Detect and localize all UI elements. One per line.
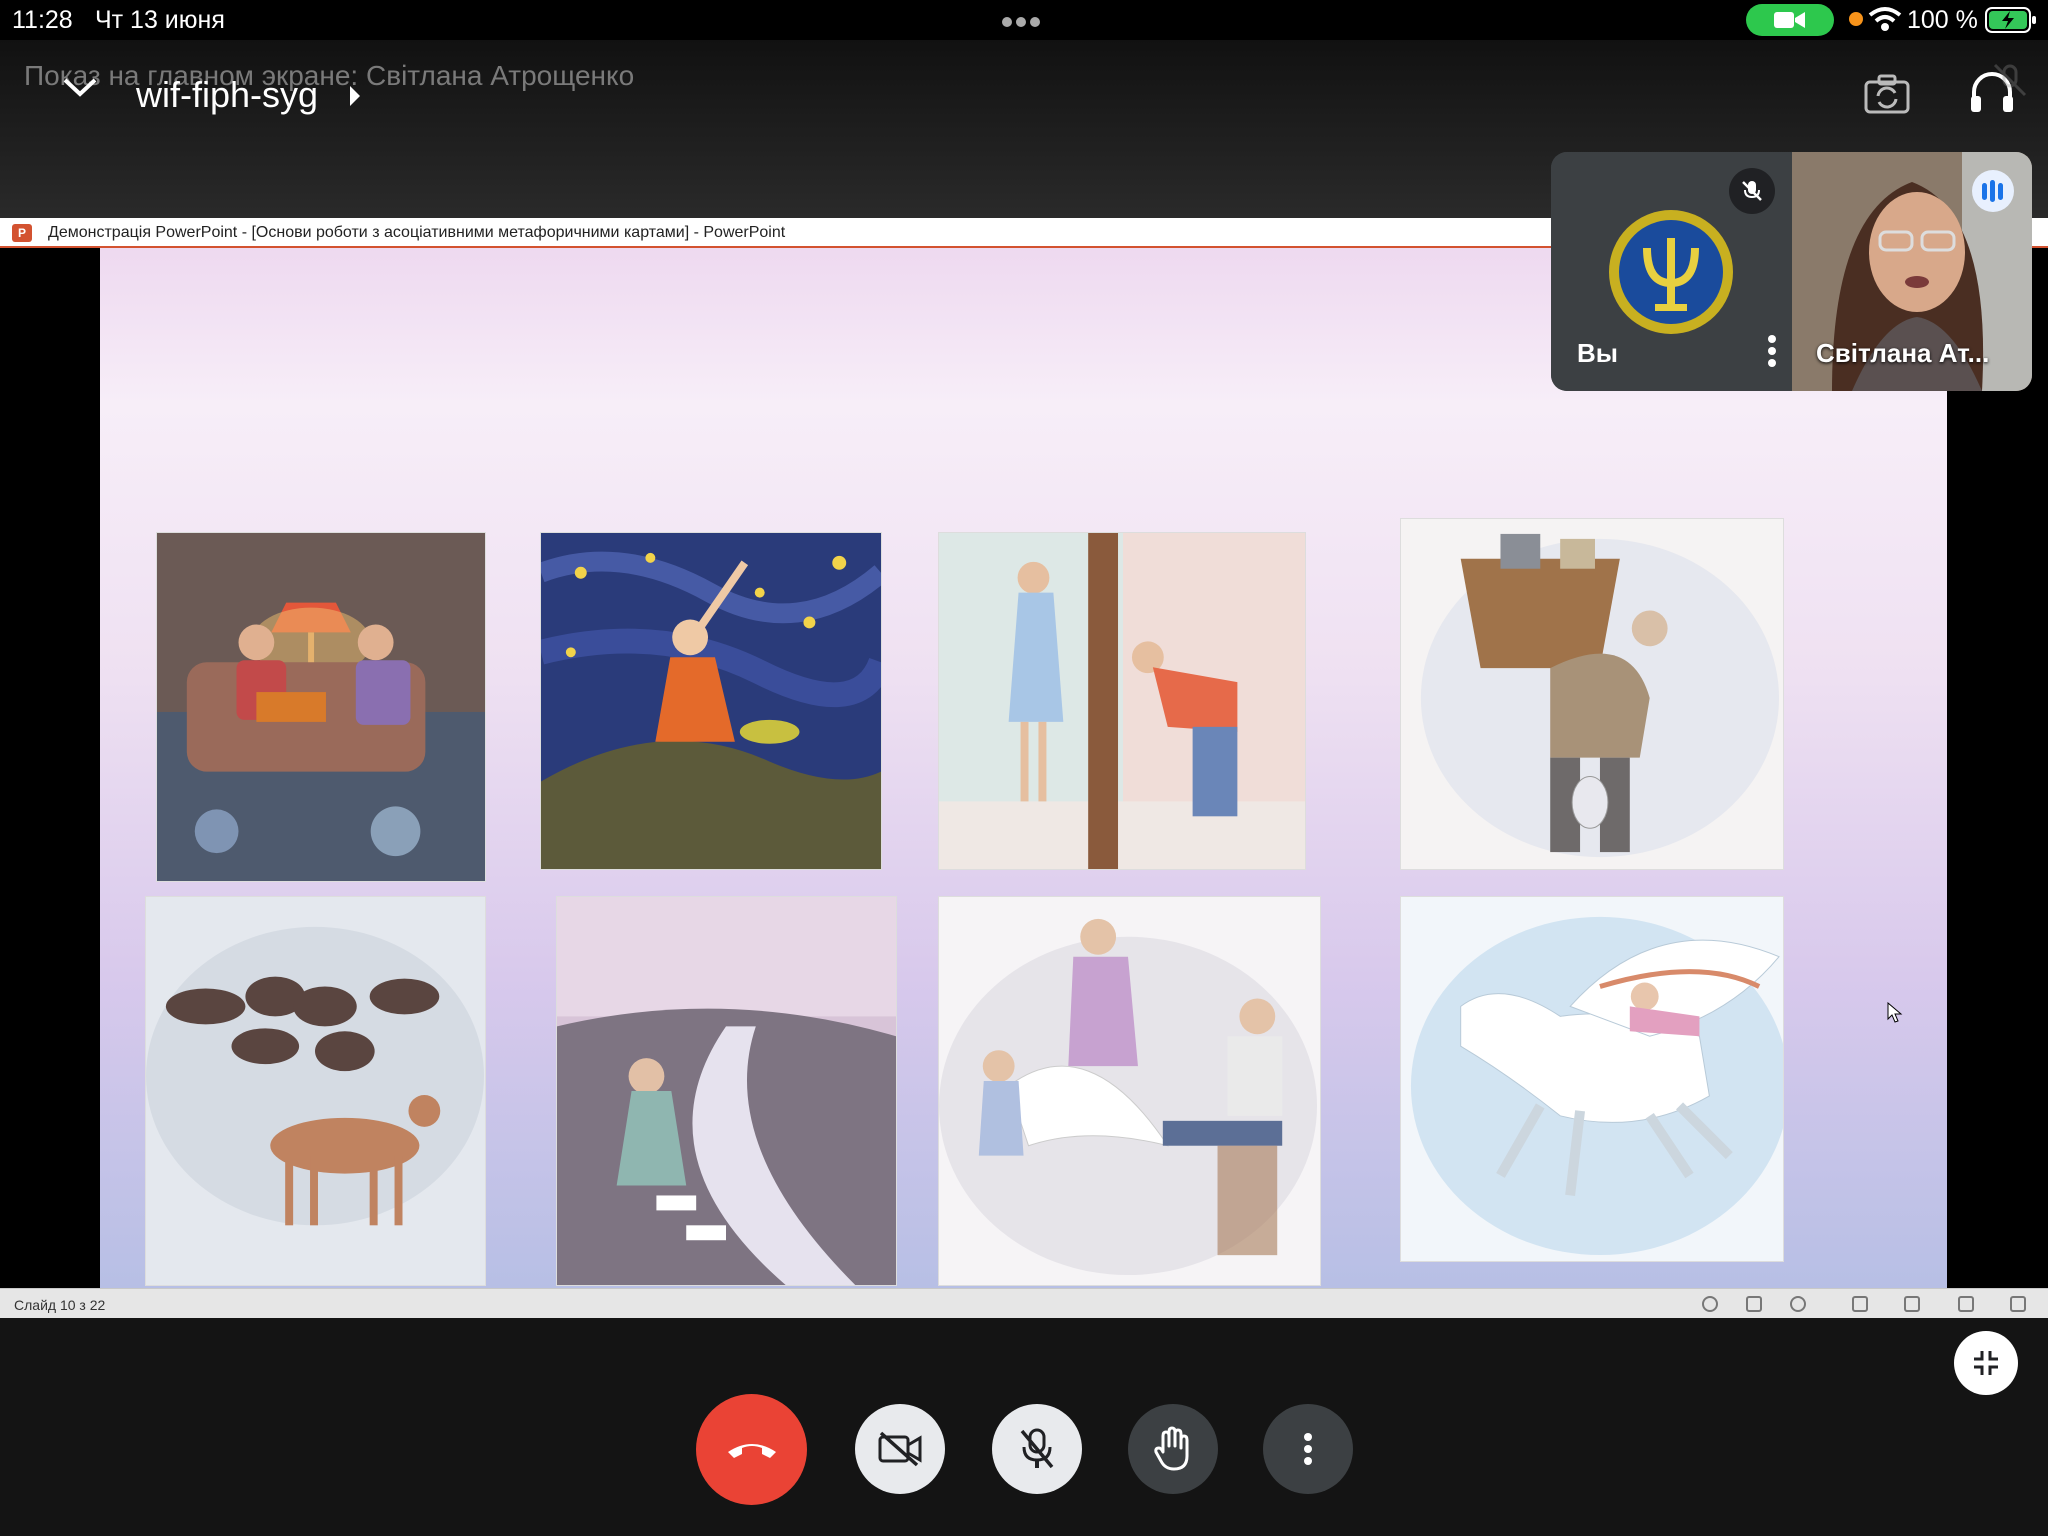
angel-wings-card xyxy=(938,896,1321,1286)
reading-view-icon xyxy=(1958,1296,1974,1312)
video-camera-icon xyxy=(1774,12,1805,28)
self-muted-badge xyxy=(1729,168,1775,214)
notes-icon xyxy=(1746,1296,1762,1312)
exit-fullscreen-button[interactable] xyxy=(1954,1331,2018,1395)
status-time: 11:28 xyxy=(12,6,73,34)
more-vertical-icon[interactable] xyxy=(1767,334,1777,368)
previous-slide-icon xyxy=(1702,1296,1718,1312)
dogs-pack-card xyxy=(145,896,486,1286)
mic-off-ghost-icon xyxy=(1993,63,2027,97)
speaking-indicator-icon xyxy=(1972,170,2014,212)
old-man-basket-card xyxy=(1400,518,1784,870)
status-date: Чт 13 июня xyxy=(95,6,225,34)
pegasus-rider-card xyxy=(1400,896,1784,1262)
slide-sorter-icon xyxy=(1904,1296,1920,1312)
hang-up-icon xyxy=(727,1443,776,1458)
battery-charging-icon xyxy=(1985,7,2036,33)
participant-tiles: Вы Світлана Ат... xyxy=(1551,152,2032,391)
end-call-button[interactable] xyxy=(696,1394,807,1505)
chevron-down-icon[interactable] xyxy=(62,76,98,100)
more-options-button[interactable] xyxy=(1263,1404,1353,1494)
psi-logo-avatar xyxy=(1609,210,1733,334)
wifi-icon xyxy=(1868,7,1902,31)
powerpoint-logo-icon: P xyxy=(12,224,32,242)
mic-toggle-button[interactable] xyxy=(992,1404,1082,1494)
next-slide-icon xyxy=(1790,1296,1806,1312)
meeting-code[interactable]: wif-fiph-syg xyxy=(136,74,318,116)
normal-view-icon xyxy=(1852,1296,1868,1312)
hand-icon xyxy=(1154,1426,1189,1471)
mic-in-use-dot xyxy=(1849,12,1863,26)
switch-camera-icon[interactable] xyxy=(1864,74,1910,114)
presenting-label: Показ на главном экране: Світлана Атроще… xyxy=(24,60,635,91)
self-name-label: Вы xyxy=(1577,338,1618,368)
caret-right-icon[interactable] xyxy=(350,86,360,106)
girl-starry-night-card xyxy=(540,532,882,870)
self-tile[interactable]: Вы xyxy=(1551,152,1791,391)
family-reading-card xyxy=(156,532,486,882)
remote-name-label: Світлана Ат... xyxy=(1816,338,1990,368)
slide-counter: Слайд 10 з 22 xyxy=(14,1297,106,1313)
presentation-slide xyxy=(100,248,1947,1288)
battery-percent: 100 % xyxy=(1907,6,1978,34)
call-controls-bar xyxy=(0,1318,2048,1536)
more-vertical-icon xyxy=(1304,1433,1312,1465)
girl-riverside-card xyxy=(556,896,897,1286)
raise-hand-button[interactable] xyxy=(1128,1404,1218,1494)
powerpoint-status-bar: Слайд 10 з 22 xyxy=(0,1288,2048,1318)
slideshow-icon xyxy=(2010,1296,2026,1312)
camera-toggle-button[interactable] xyxy=(855,1404,945,1494)
mic-off-icon xyxy=(1020,1428,1054,1469)
video-off-icon xyxy=(878,1431,922,1467)
mouse-cursor-icon xyxy=(1887,1002,1903,1023)
multitasking-dots-icon[interactable] xyxy=(1002,14,1046,27)
collapse-arrows-icon xyxy=(1974,1351,1998,1375)
window-title: Демонстрація PowerPoint - [Основи роботи… xyxy=(48,224,786,241)
remote-participant-tile[interactable]: Світлана Ат... xyxy=(1792,152,2032,391)
status-bar: 11:28 Чт 13 июня 100 % xyxy=(0,0,2048,40)
camera-in-use-indicator xyxy=(1746,4,1834,36)
door-peeking-card xyxy=(938,532,1306,870)
mic-off-icon xyxy=(1742,181,1762,201)
